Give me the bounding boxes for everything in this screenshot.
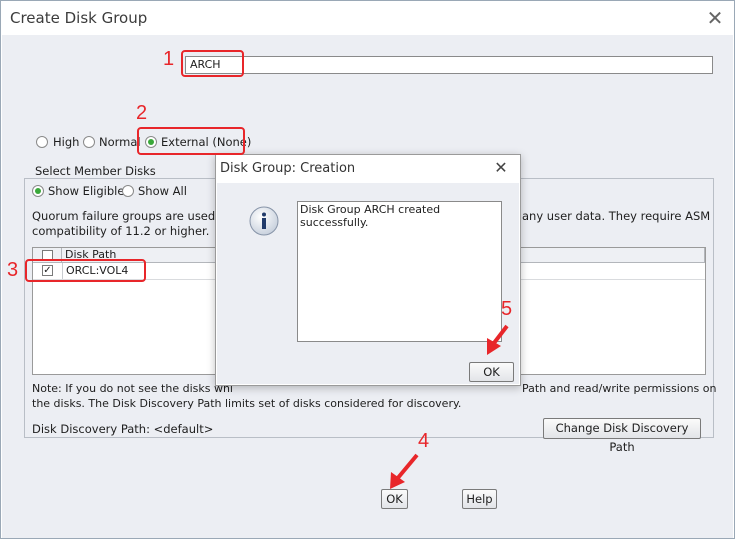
annotation-arrows (390, 324, 509, 489)
arrow-5 (487, 324, 509, 355)
arrow-4 (390, 453, 419, 489)
